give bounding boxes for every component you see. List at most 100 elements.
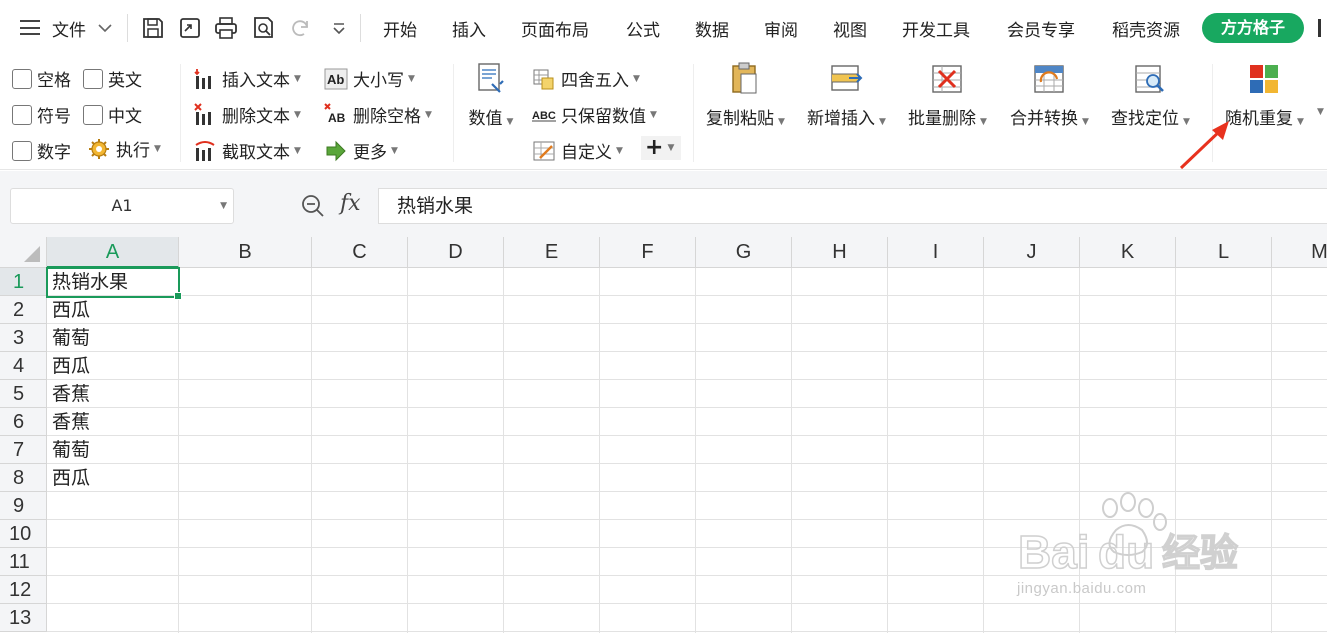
- row-header-5[interactable]: 5: [0, 380, 47, 408]
- file-menu[interactable]: 文件: [52, 16, 86, 41]
- tab-home[interactable]: 开始: [383, 16, 417, 41]
- menu-icon[interactable]: [20, 20, 40, 35]
- ribbon-overflow-arrow-icon[interactable]: ▼: [1317, 107, 1324, 117]
- tab-formulas[interactable]: 公式: [626, 16, 660, 41]
- extract-text-button[interactable]: 截取文本 ▼: [193, 138, 301, 163]
- cell-a3[interactable]: 葡萄: [48, 324, 90, 352]
- dropdown-arrow-icon: ▼: [154, 143, 161, 154]
- customize-toolbar-icon[interactable]: [331, 22, 347, 36]
- tab-review[interactable]: 审阅: [764, 16, 798, 41]
- checkbox-symbol[interactable]: 符号: [12, 102, 71, 127]
- case-button[interactable]: Ab 大小写 ▼: [324, 66, 415, 91]
- more-label: 更多: [353, 143, 387, 163]
- row-header-6[interactable]: 6: [0, 408, 47, 436]
- column-header-e[interactable]: E: [504, 237, 600, 268]
- tab-member[interactable]: 会员专享: [1007, 16, 1075, 41]
- column-header-h[interactable]: H: [792, 237, 888, 268]
- zoom-out-icon[interactable]: [300, 193, 326, 219]
- active-cell-selection[interactable]: [46, 267, 182, 300]
- execute-label: 执行: [116, 141, 150, 161]
- tab-fangfangezi[interactable]: 方方格子: [1202, 13, 1304, 43]
- column-header-k[interactable]: K: [1080, 237, 1176, 268]
- tab-view[interactable]: 视图: [833, 16, 867, 41]
- tab-data[interactable]: 数据: [695, 16, 729, 41]
- checkbox-box[interactable]: [83, 68, 103, 89]
- extract-text-icon: [195, 140, 215, 161]
- print-preview-icon[interactable]: [251, 15, 277, 41]
- row-header-13[interactable]: 13: [0, 604, 47, 632]
- cell-a4[interactable]: 西瓜: [48, 352, 90, 380]
- merge-convert-button[interactable]: 合并转换 ▼: [1010, 62, 1089, 129]
- row-header-11[interactable]: 11: [0, 548, 47, 576]
- cell-a2[interactable]: 西瓜: [48, 296, 90, 324]
- column-header-d[interactable]: D: [408, 237, 504, 268]
- custom-button[interactable]: 自定义 ▼: [532, 138, 623, 163]
- checkbox-box[interactable]: [12, 104, 32, 125]
- insert-function-button[interactable]: fx: [340, 191, 361, 216]
- checkbox-space[interactable]: 空格: [12, 66, 71, 91]
- checkbox-chinese[interactable]: 中文: [83, 102, 142, 127]
- tab-page-layout[interactable]: 页面布局: [521, 16, 589, 41]
- column-header-c[interactable]: C: [312, 237, 408, 268]
- export-icon[interactable]: [177, 15, 203, 41]
- more-button[interactable]: 更多 ▼: [324, 138, 398, 163]
- cell-a5[interactable]: 香蕉: [48, 380, 90, 408]
- row-header-3[interactable]: 3: [0, 324, 47, 352]
- chevron-down-icon[interactable]: [97, 22, 113, 34]
- dropdown-arrow-icon: ▼: [425, 109, 432, 120]
- delete-spaces-button[interactable]: AB 删除空格 ▼: [324, 102, 432, 127]
- copy-paste-button[interactable]: 复制粘贴 ▼: [706, 62, 785, 129]
- cell-a6[interactable]: 香蕉: [48, 408, 90, 436]
- delete-text-button[interactable]: 删除文本 ▼: [193, 102, 301, 127]
- checkbox-number[interactable]: 数字: [12, 138, 71, 163]
- number-button[interactable]: 数值 ▼: [465, 62, 517, 129]
- divider: [360, 14, 361, 42]
- print-icon[interactable]: [213, 15, 239, 41]
- column-header-j[interactable]: J: [984, 237, 1080, 268]
- row-gridline: [47, 631, 1327, 632]
- row-header-9[interactable]: 9: [0, 492, 47, 520]
- row-header-8[interactable]: 8: [0, 464, 47, 492]
- save-icon[interactable]: [140, 15, 166, 41]
- checkbox-box[interactable]: [83, 104, 103, 125]
- row-header-4[interactable]: 4: [0, 352, 47, 380]
- tab-insert[interactable]: 插入: [452, 16, 486, 41]
- checkbox-english[interactable]: 英文: [83, 66, 142, 91]
- row-header-10[interactable]: 10: [0, 520, 47, 548]
- batch-delete-label: 批量删除: [908, 109, 976, 129]
- column-header-b[interactable]: B: [179, 237, 312, 268]
- checkbox-box[interactable]: [12, 140, 32, 161]
- round-button[interactable]: 四舍五入 ▼: [532, 66, 640, 91]
- redo-icon[interactable]: [288, 15, 314, 41]
- column-header-a[interactable]: A: [47, 237, 179, 268]
- random-repeat-button[interactable]: 随机重复 ▼: [1225, 62, 1304, 129]
- batch-delete-button[interactable]: 批量删除 ▼: [908, 62, 987, 129]
- formula-input[interactable]: 热销水果: [378, 188, 1327, 224]
- cell-a7[interactable]: 葡萄: [48, 436, 90, 464]
- column-header-f[interactable]: F: [600, 237, 696, 268]
- add-button[interactable]: + ▼: [641, 136, 681, 160]
- row-header-7[interactable]: 7: [0, 436, 47, 464]
- checkbox-box[interactable]: [12, 68, 32, 89]
- execute-button[interactable]: 执行 ▼: [87, 136, 161, 161]
- keep-number-button[interactable]: ABC 只保留数值 ▼: [532, 102, 657, 127]
- name-box-dropdown-icon[interactable]: ▼: [220, 189, 227, 223]
- tab-docer[interactable]: 稻壳资源: [1112, 16, 1180, 41]
- select-all-corner[interactable]: [0, 237, 47, 268]
- name-box[interactable]: A1 ▼: [10, 188, 234, 224]
- add-insert-button[interactable]: 新增插入 ▼: [807, 62, 886, 129]
- clipboard-icon: [732, 62, 757, 94]
- dropdown-arrow-icon: ▼: [294, 109, 301, 120]
- cell-a8[interactable]: 西瓜: [48, 464, 90, 492]
- row-header-12[interactable]: 12: [0, 576, 47, 604]
- column-header-m[interactable]: M: [1272, 237, 1327, 268]
- tab-developer[interactable]: 开发工具: [902, 16, 970, 41]
- column-header-i[interactable]: I: [888, 237, 984, 268]
- column-header-g[interactable]: G: [696, 237, 792, 268]
- row-header-1[interactable]: 1: [0, 268, 47, 296]
- row-header-2[interactable]: 2: [0, 296, 47, 324]
- column-header-l[interactable]: L: [1176, 237, 1272, 268]
- merge-convert-icon: [1034, 65, 1065, 93]
- insert-text-button[interactable]: 插入文本 ▼: [193, 66, 301, 91]
- dropdown-arrow-icon: ▼: [506, 117, 514, 127]
